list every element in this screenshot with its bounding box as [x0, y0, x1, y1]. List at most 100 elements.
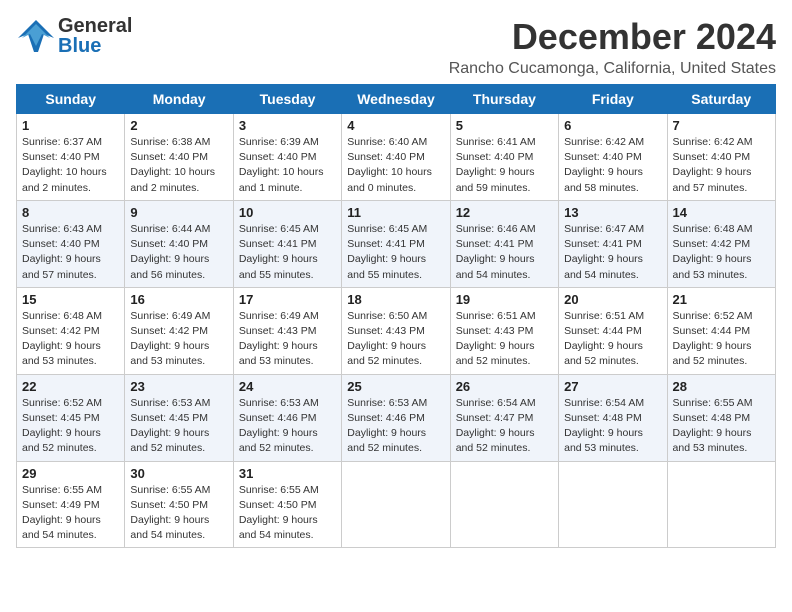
- day-number: 27: [564, 379, 661, 394]
- calendar-cell: 11 Sunrise: 6:45 AMSunset: 4:41 PMDayligh…: [342, 200, 450, 287]
- cell-content: Sunrise: 6:44 AMSunset: 4:40 PMDaylight:…: [130, 222, 227, 283]
- cell-content: Sunrise: 6:47 AMSunset: 4:41 PMDaylight:…: [564, 222, 661, 283]
- cell-content: Sunrise: 6:48 AMSunset: 4:42 PMDaylight:…: [22, 309, 119, 370]
- main-title: December 2024: [449, 16, 776, 58]
- calendar-cell: [559, 461, 667, 548]
- title-area: December 2024 Rancho Cucamonga, Californ…: [449, 16, 776, 78]
- calendar-cell: 14Sunrise: 6:48 AMSunset: 4:42 PMDayligh…: [667, 200, 775, 287]
- cell-content: Sunrise: 6:46 AMSunset: 4:41 PMDaylight:…: [456, 222, 553, 283]
- cell-content: Sunrise: 6:40 AMSunset: 4:40 PMDaylight:…: [347, 135, 444, 196]
- calendar-week-2: 8 Sunrise: 6:43 AMSunset: 4:40 PMDaylight…: [17, 200, 776, 287]
- day-number: 18: [347, 292, 444, 307]
- cell-content: Sunrise: 6:55 AMSunset: 4:50 PMDaylight:…: [239, 483, 336, 544]
- calendar-cell: 22Sunrise: 6:52 AMSunset: 4:45 PMDayligh…: [17, 374, 125, 461]
- calendar-cell: 31 Sunrise: 6:55 AMSunset: 4:50 PMDayligh…: [233, 461, 341, 548]
- calendar-cell: 25 Sunrise: 6:53 AMSunset: 4:46 PMDayligh…: [342, 374, 450, 461]
- calendar-cell: 27 Sunrise: 6:54 AMSunset: 4:48 PMDayligh…: [559, 374, 667, 461]
- day-number: 30: [130, 466, 227, 481]
- cell-content: Sunrise: 6:50 AMSunset: 4:43 PMDaylight:…: [347, 309, 444, 370]
- calendar-cell: 23Sunrise: 6:53 AMSunset: 4:45 PMDayligh…: [125, 374, 233, 461]
- cell-content: Sunrise: 6:53 AMSunset: 4:46 PMDaylight:…: [347, 396, 444, 457]
- cell-content: Sunrise: 6:41 AMSunset: 4:40 PMDaylight:…: [456, 135, 553, 196]
- cell-content: Sunrise: 6:38 AMSunset: 4:40 PMDaylight:…: [130, 135, 227, 196]
- day-number: 20: [564, 292, 661, 307]
- calendar-header: Sunday Monday Tuesday Wednesday Thursday…: [17, 85, 776, 114]
- cell-content: Sunrise: 6:53 AMSunset: 4:45 PMDaylight:…: [130, 396, 227, 457]
- day-number: 11: [347, 205, 444, 220]
- cell-content: Sunrise: 6:49 AMSunset: 4:43 PMDaylight:…: [239, 309, 336, 370]
- day-number: 21: [673, 292, 770, 307]
- day-number: 7: [673, 118, 770, 133]
- col-saturday: Saturday: [667, 85, 775, 114]
- cell-content: Sunrise: 6:51 AMSunset: 4:44 PMDaylight:…: [564, 309, 661, 370]
- calendar-cell: 7 Sunrise: 6:42 AMSunset: 4:40 PMDaylight…: [667, 114, 775, 201]
- col-monday: Monday: [125, 85, 233, 114]
- logo-blue: Blue: [58, 36, 132, 56]
- cell-content: Sunrise: 6:39 AMSunset: 4:40 PMDaylight:…: [239, 135, 336, 196]
- calendar-cell: 26Sunrise: 6:54 AMSunset: 4:47 PMDayligh…: [450, 374, 558, 461]
- logo-text: General Blue: [58, 16, 132, 56]
- calendar-week-4: 22Sunrise: 6:52 AMSunset: 4:45 PMDayligh…: [17, 374, 776, 461]
- cell-content: Sunrise: 6:49 AMSunset: 4:42 PMDaylight:…: [130, 309, 227, 370]
- day-number: 31: [239, 466, 336, 481]
- cell-content: Sunrise: 6:55 AMSunset: 4:48 PMDaylight:…: [673, 396, 770, 457]
- day-number: 8: [22, 205, 119, 220]
- calendar-cell: [450, 461, 558, 548]
- day-number: 3: [239, 118, 336, 133]
- cell-content: Sunrise: 6:51 AMSunset: 4:43 PMDaylight:…: [456, 309, 553, 370]
- cell-content: Sunrise: 6:43 AMSunset: 4:40 PMDaylight:…: [22, 222, 119, 283]
- calendar-week-3: 15 Sunrise: 6:48 AMSunset: 4:42 PMDayligh…: [17, 287, 776, 374]
- day-number: 29: [22, 466, 119, 481]
- calendar-body: 1 Sunrise: 6:37 AMSunset: 4:40 PMDaylight…: [17, 114, 776, 548]
- cell-content: Sunrise: 6:54 AMSunset: 4:48 PMDaylight:…: [564, 396, 661, 457]
- day-number: 16: [130, 292, 227, 307]
- day-number: 17: [239, 292, 336, 307]
- calendar-cell: 1 Sunrise: 6:37 AMSunset: 4:40 PMDaylight…: [17, 114, 125, 201]
- logo-general: General: [58, 16, 132, 36]
- calendar-week-1: 1 Sunrise: 6:37 AMSunset: 4:40 PMDaylight…: [17, 114, 776, 201]
- calendar-cell: 19 Sunrise: 6:51 AMSunset: 4:43 PMDayligh…: [450, 287, 558, 374]
- cell-content: Sunrise: 6:37 AMSunset: 4:40 PMDaylight:…: [22, 135, 119, 196]
- day-number: 25: [347, 379, 444, 394]
- cell-content: Sunrise: 6:55 AMSunset: 4:49 PMDaylight:…: [22, 483, 119, 544]
- calendar-cell: 9 Sunrise: 6:44 AMSunset: 4:40 PMDaylight…: [125, 200, 233, 287]
- header-row: Sunday Monday Tuesday Wednesday Thursday…: [17, 85, 776, 114]
- col-thursday: Thursday: [450, 85, 558, 114]
- day-number: 2: [130, 118, 227, 133]
- day-number: 13: [564, 205, 661, 220]
- col-friday: Friday: [559, 85, 667, 114]
- cell-content: Sunrise: 6:42 AMSunset: 4:40 PMDaylight:…: [673, 135, 770, 196]
- calendar-cell: 5 Sunrise: 6:41 AMSunset: 4:40 PMDaylight…: [450, 114, 558, 201]
- calendar-cell: 2 Sunrise: 6:38 AMSunset: 4:40 PMDaylight…: [125, 114, 233, 201]
- day-number: 9: [130, 205, 227, 220]
- cell-content: Sunrise: 6:45 AMSunset: 4:41 PMDaylight:…: [239, 222, 336, 283]
- day-number: 4: [347, 118, 444, 133]
- calendar-cell: 10 Sunrise: 6:45 AMSunset: 4:41 PMDayligh…: [233, 200, 341, 287]
- day-number: 26: [456, 379, 553, 394]
- calendar-cell: 29 Sunrise: 6:55 AMSunset: 4:49 PMDayligh…: [17, 461, 125, 548]
- calendar-table: Sunday Monday Tuesday Wednesday Thursday…: [16, 84, 776, 548]
- day-number: 24: [239, 379, 336, 394]
- day-number: 19: [456, 292, 553, 307]
- cell-content: Sunrise: 6:55 AMSunset: 4:50 PMDaylight:…: [130, 483, 227, 544]
- logo: General Blue: [16, 16, 132, 56]
- cell-content: Sunrise: 6:45 AMSunset: 4:41 PMDaylight:…: [347, 222, 444, 283]
- calendar-cell: 17 Sunrise: 6:49 AMSunset: 4:43 PMDayligh…: [233, 287, 341, 374]
- calendar-cell: 4 Sunrise: 6:40 AMSunset: 4:40 PMDaylight…: [342, 114, 450, 201]
- day-number: 14: [673, 205, 770, 220]
- calendar-cell: [667, 461, 775, 548]
- calendar-cell: 16 Sunrise: 6:49 AMSunset: 4:42 PMDayligh…: [125, 287, 233, 374]
- day-number: 10: [239, 205, 336, 220]
- cell-content: Sunrise: 6:52 AMSunset: 4:45 PMDaylight:…: [22, 396, 119, 457]
- calendar-cell: [342, 461, 450, 548]
- day-number: 15: [22, 292, 119, 307]
- calendar-cell: 12Sunrise: 6:46 AMSunset: 4:41 PMDayligh…: [450, 200, 558, 287]
- day-number: 5: [456, 118, 553, 133]
- bird-icon: [16, 16, 56, 56]
- calendar-cell: 24Sunrise: 6:53 AMSunset: 4:46 PMDayligh…: [233, 374, 341, 461]
- calendar-cell: 20 Sunrise: 6:51 AMSunset: 4:44 PMDayligh…: [559, 287, 667, 374]
- day-number: 1: [22, 118, 119, 133]
- cell-content: Sunrise: 6:52 AMSunset: 4:44 PMDaylight:…: [673, 309, 770, 370]
- calendar-cell: 3 Sunrise: 6:39 AMSunset: 4:40 PMDaylight…: [233, 114, 341, 201]
- subtitle: Rancho Cucamonga, California, United Sta…: [449, 60, 776, 78]
